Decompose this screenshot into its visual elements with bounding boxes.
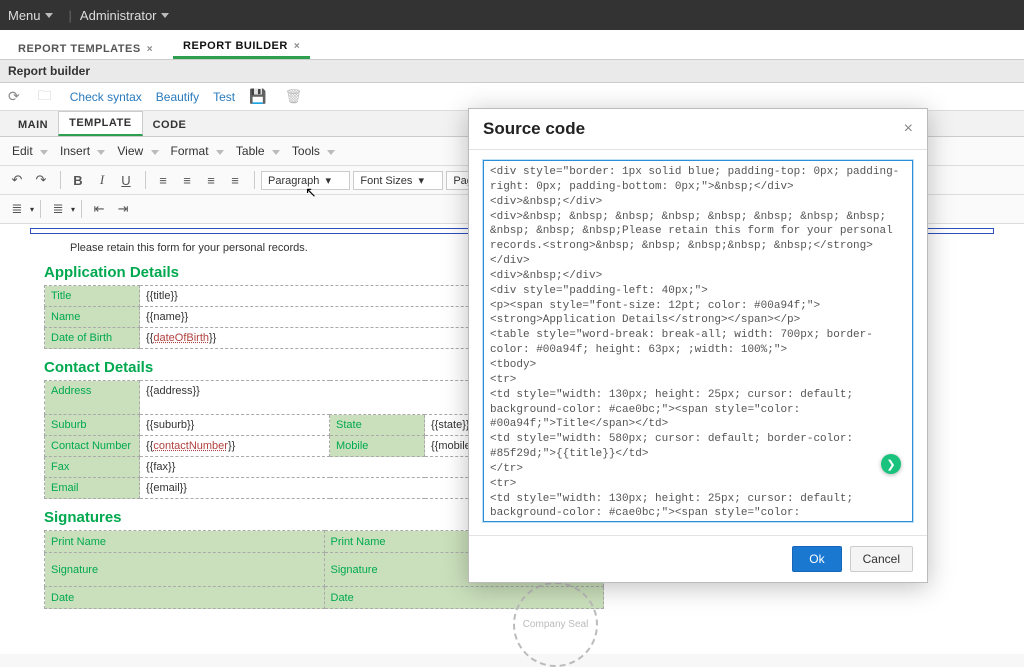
help-fab-icon[interactable]: ❯ [881, 454, 901, 474]
close-icon[interactable]: × [294, 41, 300, 52]
label-fax: Fax [45, 457, 140, 478]
toolbar-divider [40, 200, 41, 218]
align-justify-icon[interactable]: ≡ [224, 170, 246, 190]
label-date-1: Date [45, 587, 325, 609]
chevron-down-icon [216, 150, 224, 155]
toolbar-divider [145, 171, 146, 189]
paragraph-select[interactable]: Paragraph ▾ [261, 171, 350, 190]
indent-icon[interactable]: ⇥ [112, 199, 134, 219]
refresh-icon[interactable]: ⟳ [8, 88, 20, 105]
label-suburb: Suburb [45, 415, 140, 436]
ok-button[interactable]: Ok [792, 546, 841, 572]
source-code-dialog: Source code × Ok Cancel ❯ [468, 108, 928, 583]
bold-icon[interactable]: B [67, 170, 89, 190]
user-dropdown[interactable]: Administrator [80, 8, 169, 23]
beautify-button[interactable]: Beautify [156, 90, 199, 104]
table-menu[interactable]: Table [230, 141, 286, 161]
dialog-footer: Ok Cancel [469, 535, 927, 582]
label-title: Title [45, 286, 140, 307]
dialog-title: Source code [483, 119, 585, 139]
tools-menu[interactable]: Tools [286, 141, 341, 161]
cancel-button[interactable]: Cancel [850, 546, 913, 572]
view-menu[interactable]: View [111, 141, 164, 161]
menu-dropdown[interactable]: Menu [8, 8, 53, 23]
ordered-list-icon[interactable]: ≣ [47, 199, 69, 219]
module-tabs: REPORT TEMPLATES× REPORT BUILDER× [0, 30, 1024, 60]
chevron-down-icon [45, 13, 53, 18]
dialog-header: Source code × [469, 109, 927, 150]
main-menubar: Menu | Administrator [0, 0, 1024, 30]
tab-code[interactable]: CODE [143, 114, 197, 136]
close-icon[interactable]: × [904, 120, 913, 138]
test-button[interactable]: Test [213, 90, 235, 104]
menubar-separator: | [69, 8, 72, 23]
action-toolbar: ⟳ 🗀 Check syntax Beautify Test 💾 🗑 [0, 83, 1024, 111]
outdent-icon[interactable]: ⇤ [88, 199, 110, 219]
label-address: Address [45, 381, 140, 415]
open-folder-icon[interactable]: 🗀 [38, 85, 52, 109]
chevron-down-icon [161, 13, 169, 18]
check-syntax-button[interactable]: Check syntax [70, 90, 142, 104]
edit-menu[interactable]: Edit [6, 141, 54, 161]
trash-icon[interactable]: 🗑 [285, 88, 303, 105]
undo-icon[interactable]: ↶ [6, 170, 28, 190]
italic-icon[interactable]: I [91, 170, 113, 190]
label-contact-number: Contact Number [45, 436, 140, 457]
align-left-icon[interactable]: ≡ [152, 170, 174, 190]
align-right-icon[interactable]: ≡ [200, 170, 222, 190]
tab-template[interactable]: TEMPLATE [58, 111, 142, 136]
label-signature-1: Signature [45, 553, 325, 587]
chevron-down-icon [151, 150, 159, 155]
label-print-name-1: Print Name [45, 531, 325, 553]
label-mobile: Mobile [330, 436, 425, 457]
value-suburb[interactable]: {{suburb}} [140, 415, 330, 436]
source-code-textarea[interactable] [483, 160, 913, 522]
label-email: Email [45, 478, 140, 499]
label-state: State [330, 415, 425, 436]
unordered-list-icon[interactable]: ≣ [6, 199, 28, 219]
value-contact-number[interactable]: {{contactNumber}} [140, 436, 330, 457]
label-dob: Date of Birth [45, 328, 140, 349]
format-menu[interactable]: Format [165, 141, 230, 161]
underline-icon[interactable]: U [115, 170, 137, 190]
label-name: Name [45, 307, 140, 328]
save-icon[interactable]: 💾 [249, 88, 266, 105]
toolbar-divider [60, 171, 61, 189]
company-seal: Company Seal [513, 582, 598, 667]
redo-icon[interactable]: ↷ [30, 170, 52, 190]
tab-report-templates[interactable]: REPORT TEMPLATES× [8, 37, 163, 59]
page-title: Report builder [0, 60, 1024, 83]
close-icon[interactable]: × [147, 44, 153, 55]
align-center-icon[interactable]: ≡ [176, 170, 198, 190]
toolbar-divider [81, 200, 82, 218]
tab-main[interactable]: MAIN [8, 114, 58, 136]
insert-menu[interactable]: Insert [54, 141, 111, 161]
dialog-body [469, 150, 927, 535]
chevron-down-icon [272, 150, 280, 155]
tab-report-builder[interactable]: REPORT BUILDER× [173, 34, 310, 59]
font-sizes-select[interactable]: Font Sizes ▾ [353, 171, 443, 190]
toolbar-divider [254, 171, 255, 189]
chevron-down-icon [40, 150, 48, 155]
chevron-down-icon [97, 150, 105, 155]
chevron-down-icon [327, 150, 335, 155]
